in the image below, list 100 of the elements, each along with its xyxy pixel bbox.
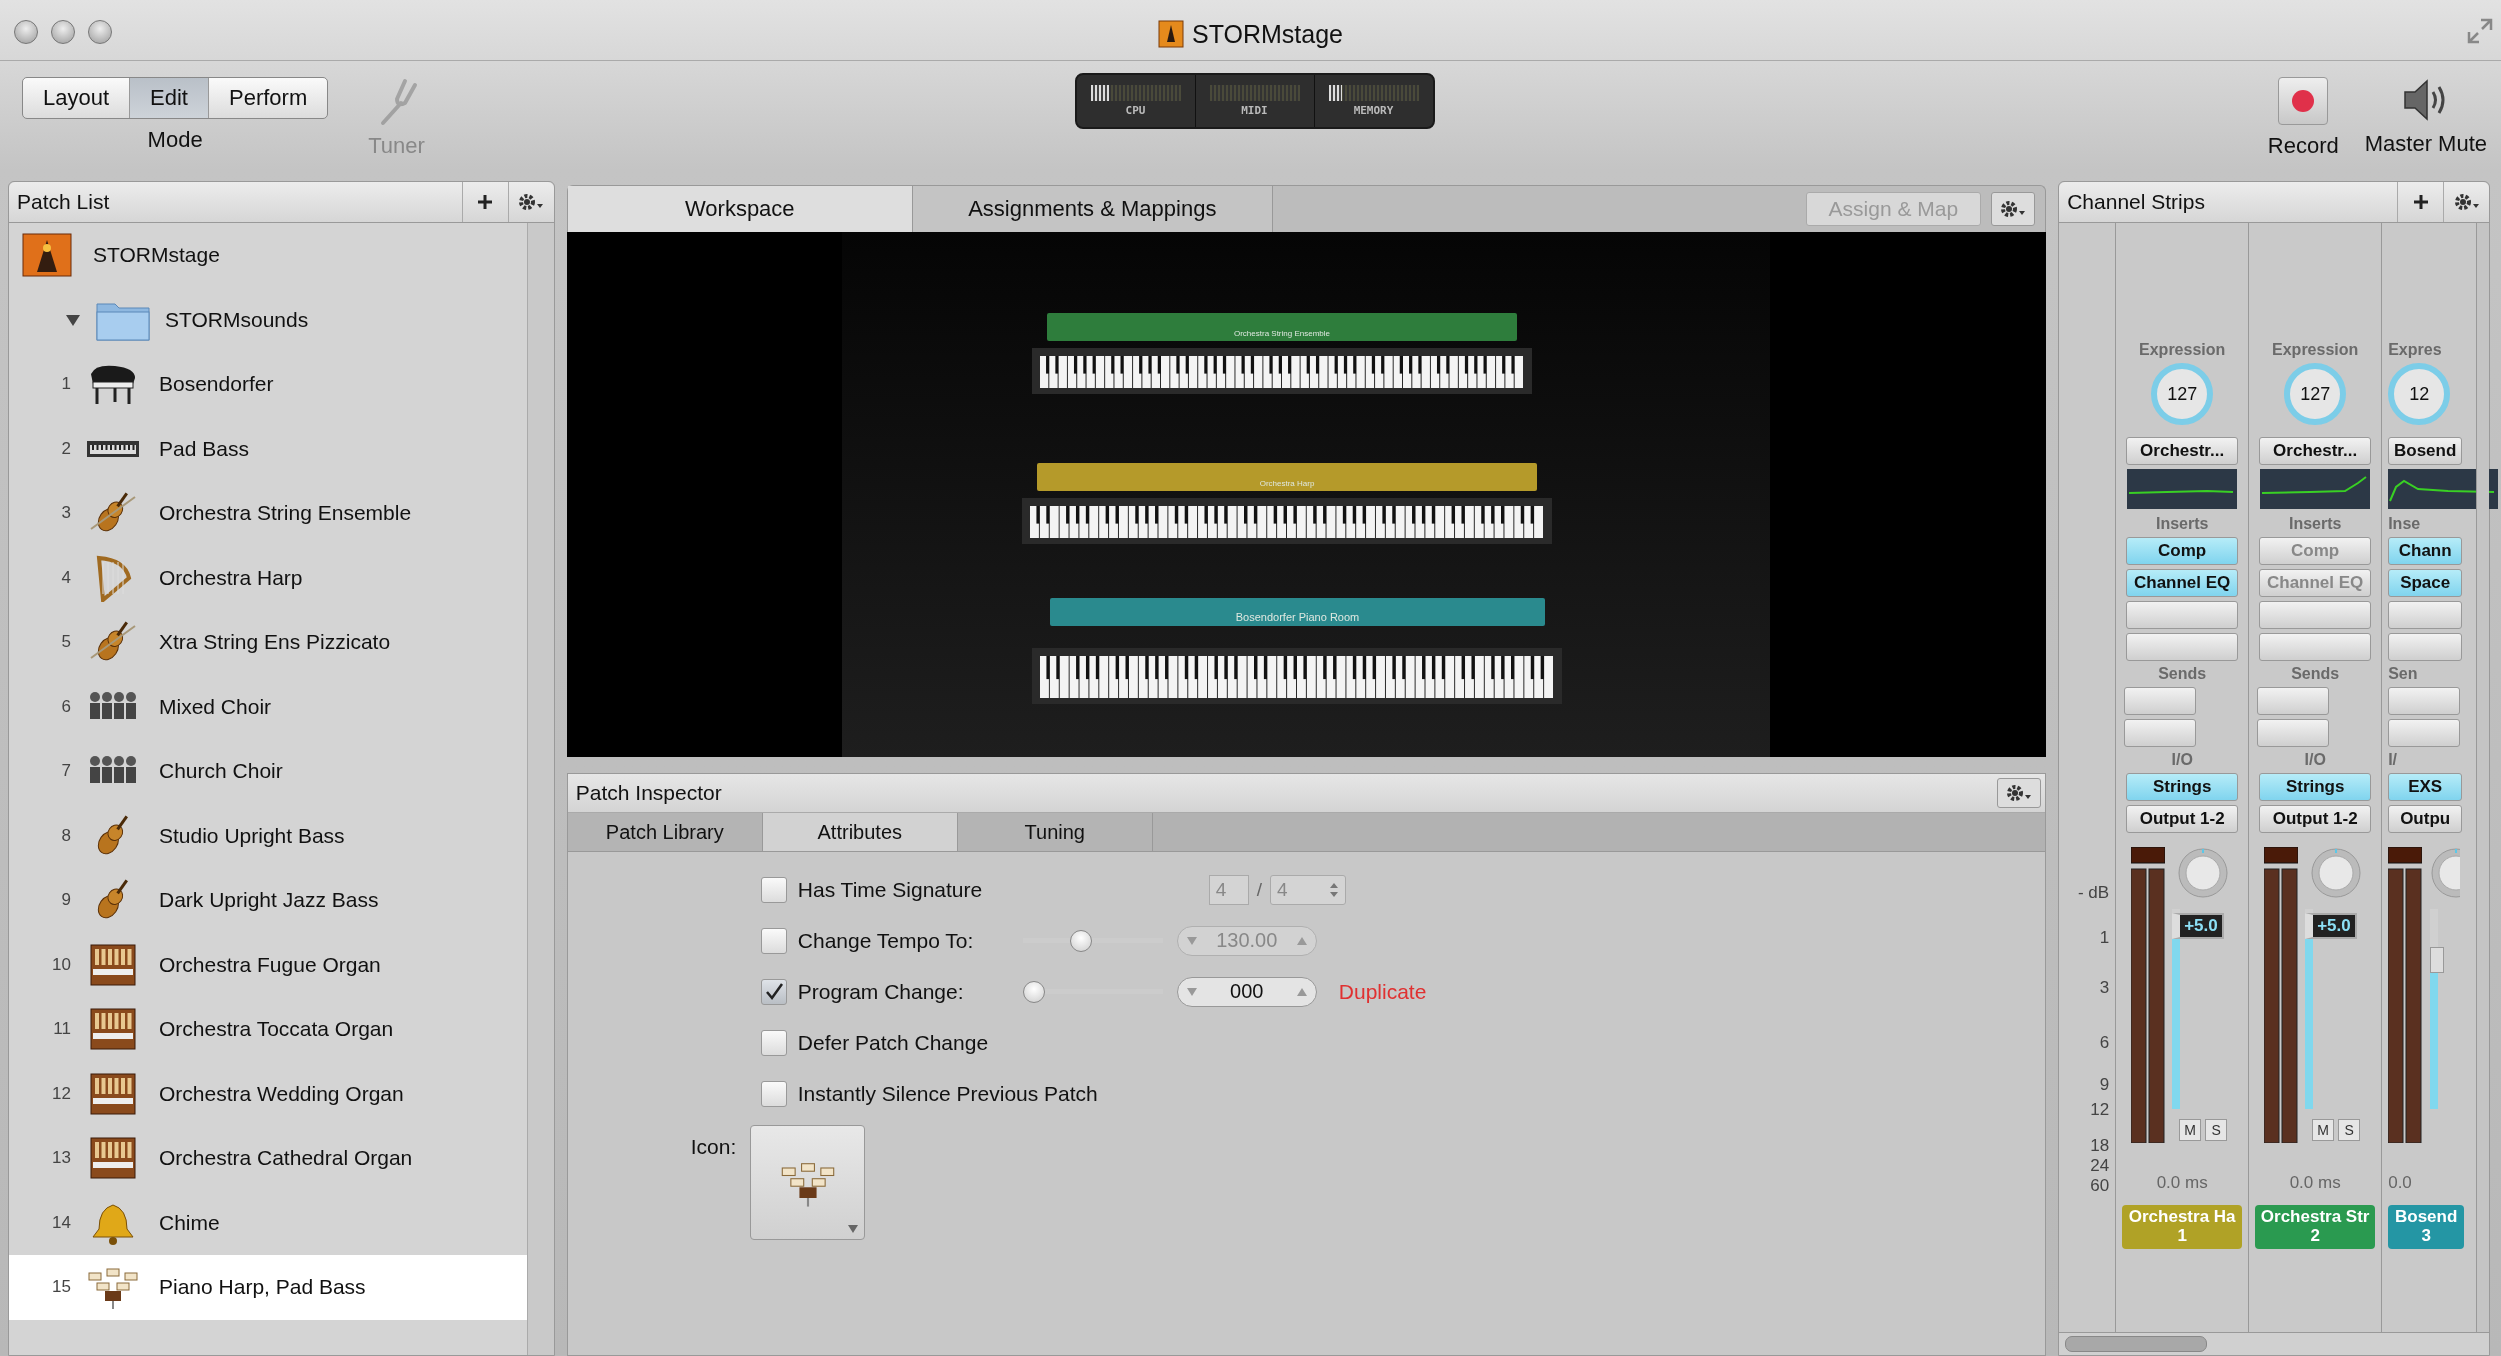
solo-button[interactable]: S xyxy=(2205,1119,2228,1141)
expression-knob[interactable]: 127 xyxy=(2284,363,2347,425)
patch-list-item[interactable]: 11 Orchestra Toccata Organ xyxy=(9,997,527,1062)
record-label: Record xyxy=(2267,133,2339,159)
checkbox[interactable] xyxy=(760,978,787,1005)
slider-thumb[interactable] xyxy=(1022,980,1045,1003)
increment-arrow-icon[interactable] xyxy=(1295,986,1308,997)
send-slot[interactable] xyxy=(2257,719,2330,747)
patch-list-item[interactable]: 4 Orchestra Harp xyxy=(9,545,527,610)
eq-curve-display[interactable] xyxy=(2260,469,2371,509)
patch-list-item[interactable]: 8 Studio Upright Bass xyxy=(9,803,527,868)
checkbox[interactable] xyxy=(760,1029,787,1056)
settings-icon[interactable] xyxy=(1991,192,2036,226)
patch-list-item[interactable]: STORMstage xyxy=(9,223,527,288)
tab[interactable]: Workspace xyxy=(567,186,913,232)
window-control-icon[interactable] xyxy=(14,20,38,44)
icon-picker[interactable] xyxy=(750,1125,866,1240)
patch-list-item[interactable]: 12 Orchestra Wedding Organ xyxy=(9,1061,527,1126)
patch-button[interactable]: Orchestr... xyxy=(2259,437,2372,465)
scrollbar[interactable] xyxy=(2059,1332,2489,1355)
db-scale-label: 12 xyxy=(2090,1100,2110,1120)
fader-thumb[interactable] xyxy=(2430,947,2445,973)
input-slot[interactable]: Strings xyxy=(2126,773,2239,801)
expression-knob[interactable]: 12 xyxy=(2388,363,2451,425)
output-slot[interactable]: Outpu xyxy=(2388,805,2463,833)
window-control-icon[interactable] xyxy=(51,20,75,44)
send-slot[interactable] xyxy=(2124,687,2197,715)
insert-slot[interactable]: Channel EQ xyxy=(2126,569,2239,597)
delay-text: 0.0 ms xyxy=(2289,1173,2341,1193)
patch-list-item[interactable]: 3 Orchestra String Ensemble xyxy=(9,481,527,546)
inserts-label: Inserts xyxy=(2288,515,2342,533)
caret-icon[interactable] xyxy=(848,1225,859,1233)
insert-slot[interactable] xyxy=(2388,633,2463,661)
patch-list-item[interactable]: 6 Mixed Choir xyxy=(9,674,527,739)
send-slot[interactable] xyxy=(2124,719,2197,747)
record-button[interactable] xyxy=(2278,77,2329,125)
decrement-arrow-icon[interactable] xyxy=(1185,986,1198,997)
folder-item[interactable]: STORMsounds xyxy=(9,287,527,352)
patch-button[interactable]: Orchestr... xyxy=(2126,437,2239,465)
patch-button[interactable]: Bosend xyxy=(2388,437,2463,465)
eq-curve-display[interactable] xyxy=(2127,469,2238,509)
insert-slot[interactable]: Space xyxy=(2388,569,2463,597)
mode-button[interactable]: Perform xyxy=(209,78,328,118)
send-slot[interactable] xyxy=(2388,687,2461,715)
pan-knob[interactable] xyxy=(2310,847,2363,899)
keyboard-drawing[interactable] xyxy=(1032,348,1533,394)
solo-button[interactable]: S xyxy=(2338,1119,2361,1141)
patch-list-item[interactable]: 13 Orchestra Cathedral Organ xyxy=(9,1126,527,1191)
keyboard-drawing[interactable] xyxy=(1032,648,1563,704)
send-slot[interactable] xyxy=(2388,719,2461,747)
insert-slot[interactable]: Comp xyxy=(2126,537,2239,565)
channel-name-plate[interactable]: Bosend 3 xyxy=(2388,1205,2465,1249)
patch-list-item[interactable]: 14 Chime xyxy=(9,1190,527,1255)
input-slot[interactable]: EXS xyxy=(2388,773,2463,801)
insert-slot[interactable]: Chann xyxy=(2388,537,2463,565)
settings-icon[interactable] xyxy=(1997,778,2042,808)
fader-value[interactable]: +5.0 xyxy=(2305,913,2357,939)
output-slot[interactable]: Output 1-2 xyxy=(2126,805,2239,833)
patch-list-item[interactable]: 5 Xtra String Ens Pizzicato xyxy=(9,610,527,675)
fader-value[interactable]: +5.0 xyxy=(2172,913,2224,939)
send-slot[interactable] xyxy=(2257,687,2330,715)
checkbox[interactable] xyxy=(760,1080,787,1107)
patch-list-item[interactable]: 9 Dark Upright Jazz Bass xyxy=(9,868,527,933)
pan-knob[interactable] xyxy=(2177,847,2230,899)
tab[interactable]: Attributes xyxy=(762,813,958,851)
window-control-icon[interactable] xyxy=(88,20,112,44)
fullscreen-icon[interactable] xyxy=(2467,18,2493,44)
insert-slot[interactable] xyxy=(2388,601,2463,629)
mute-button[interactable]: M xyxy=(2312,1119,2335,1141)
keyboard-drawing[interactable] xyxy=(1022,498,1553,544)
inserts-label: Inse xyxy=(2388,515,2421,533)
patch-list-item[interactable]: 10 Orchestra Fugue Organ xyxy=(9,932,527,997)
checkbox-label: Program Change: xyxy=(797,978,965,1005)
sends-label: Sends xyxy=(2291,665,2340,683)
mode-button[interactable]: Edit xyxy=(130,78,209,118)
patch-list-item[interactable]: 15 Piano Harp, Pad Bass xyxy=(9,1255,527,1320)
input-slot[interactable]: Strings xyxy=(2259,773,2372,801)
scrollbar[interactable] xyxy=(2476,223,2489,1332)
patch-list-item[interactable]: 1 Bosendorfer xyxy=(9,352,527,417)
patch-list-item[interactable]: 2 Pad Bass xyxy=(9,416,527,481)
insert-slot[interactable] xyxy=(2259,601,2372,629)
db-scale-label: 1 xyxy=(2099,928,2110,948)
insert-slot[interactable] xyxy=(2126,601,2239,629)
insert-slot[interactable] xyxy=(2259,633,2372,661)
output-slot[interactable]: Output 1-2 xyxy=(2259,805,2372,833)
channel-name-plate[interactable]: Orchestra Str 2 xyxy=(2255,1205,2376,1249)
window-title: STORMstage xyxy=(1192,19,1343,49)
io-label: I/ xyxy=(2388,751,2398,769)
icon-label: Icon: xyxy=(690,1134,737,1159)
tab[interactable]: Assignments & Mappings xyxy=(912,186,1273,232)
mute-button[interactable]: M xyxy=(2179,1119,2202,1141)
insert-slot[interactable] xyxy=(2126,633,2239,661)
keyboard-label: Orchestra Harp xyxy=(1260,479,1315,488)
checkbox[interactable] xyxy=(760,876,787,903)
checkbox-label: Has Time Signature xyxy=(797,876,984,903)
channel-name: Bosend xyxy=(2395,1208,2458,1227)
expression-knob[interactable]: 127 xyxy=(2151,363,2214,425)
io-label: I/O xyxy=(2304,751,2326,769)
value-stepper[interactable]: 000 xyxy=(1176,976,1317,1007)
patch-list-item[interactable]: 7 Church Choir xyxy=(9,739,527,804)
